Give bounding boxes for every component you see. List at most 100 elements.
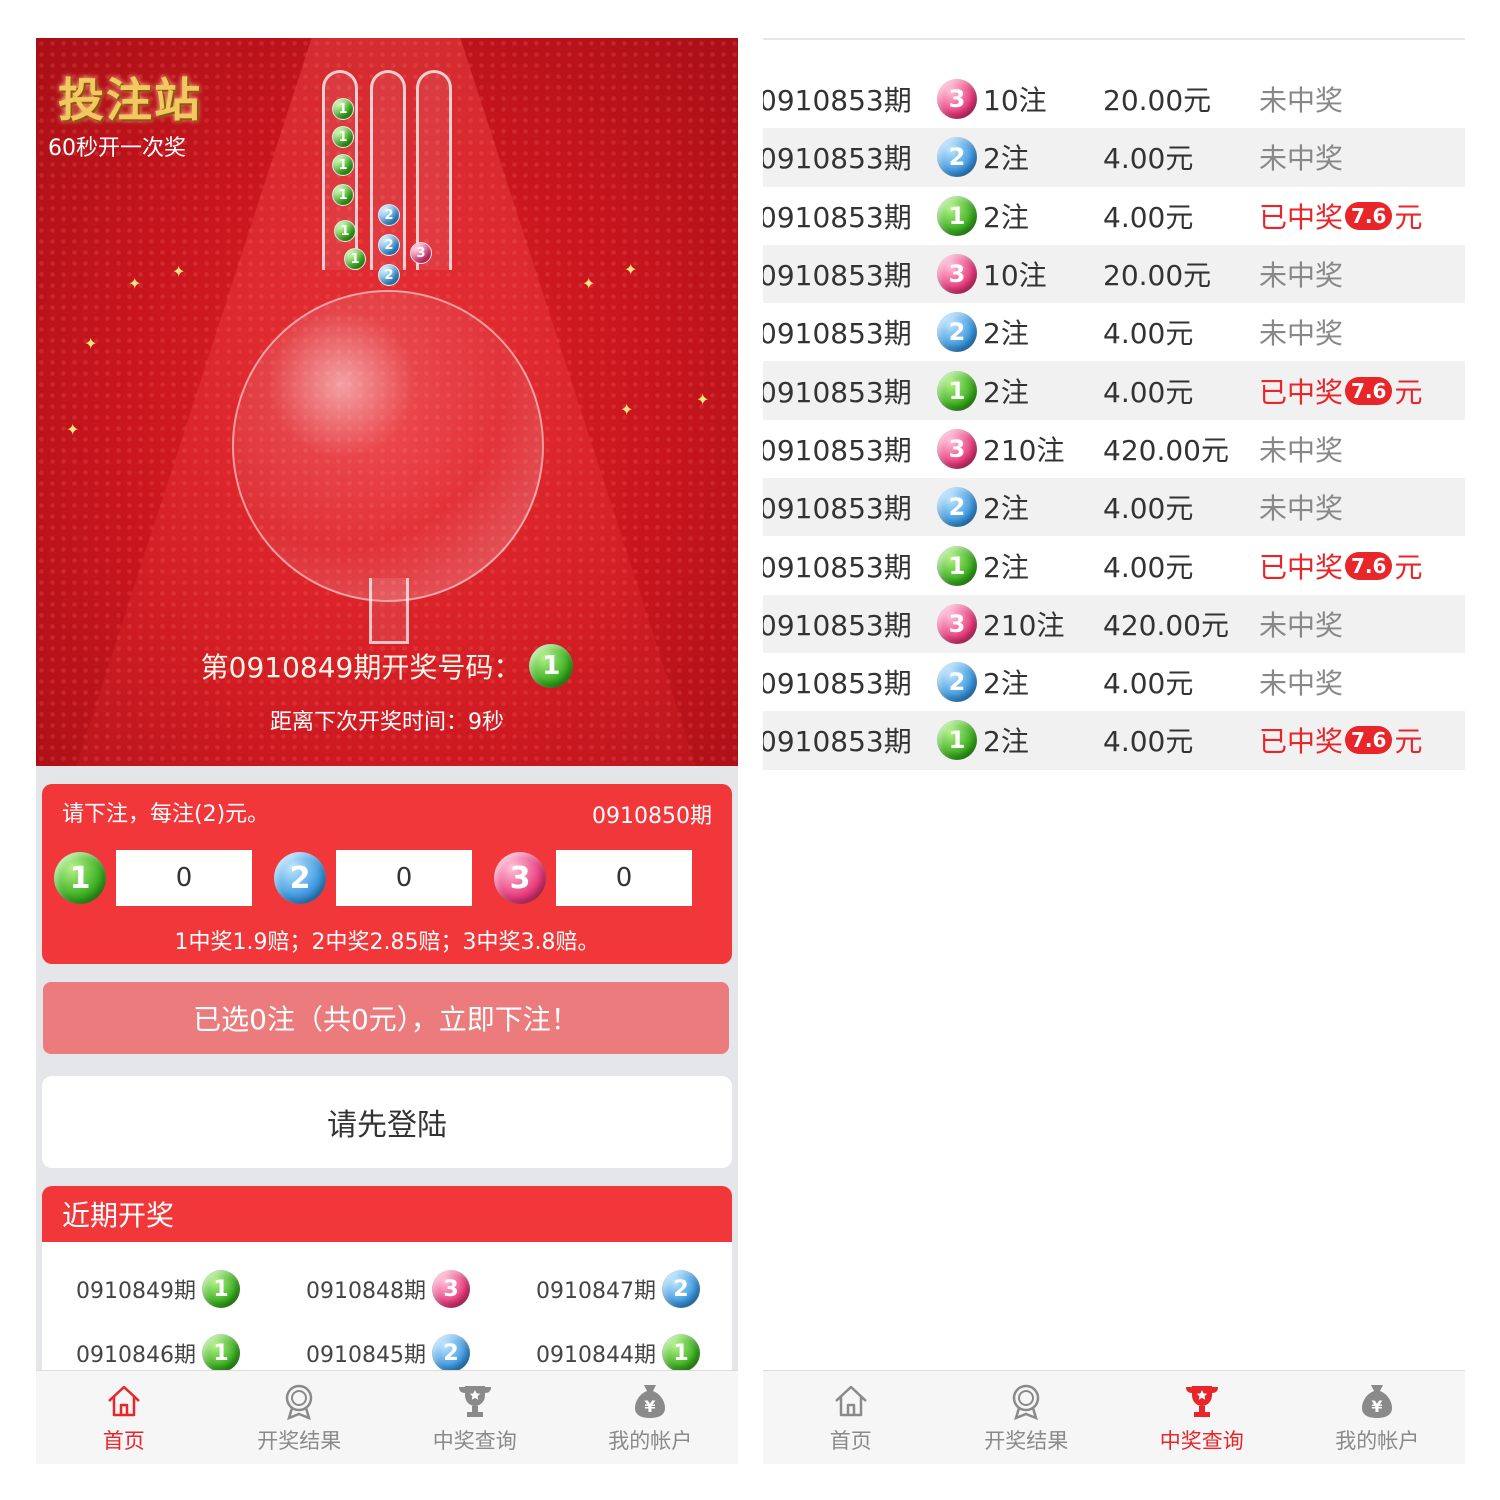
record-ball-icon: 1 — [937, 545, 977, 586]
tab-results[interactable]: 开奖结果 — [939, 1371, 1115, 1464]
record-period: 0910853期 — [763, 84, 912, 118]
bet-record-row[interactable]: 0910853期 3 10注 20.00元 未中奖 — [763, 244, 1465, 304]
record-bet: 2 2注 — [937, 662, 1029, 703]
record-period: 0910853期 — [763, 200, 912, 234]
record-status-lost: 未中奖 — [1259, 317, 1344, 351]
bottom-tab-bar: 首页 开奖结果 中奖查询 ¥ 我的帐户 — [763, 1370, 1465, 1464]
bet-input-2[interactable] — [336, 850, 472, 906]
latest-draw-result: 第0910849期开奖号码： 1 — [36, 644, 738, 688]
bet-option-2: 2 — [274, 850, 472, 906]
record-amount: 4.00元 — [1103, 550, 1194, 584]
bet-record-row[interactable]: 0910853期 1 2注 4.00元 已中奖 7.6 元 — [763, 711, 1465, 770]
place-bet-button[interactable]: 已选0注（共0元），立即下注！ — [43, 982, 729, 1054]
bet-record-row[interactable]: 0910853期 1 2注 4.00元 已中奖 7.6 元 — [763, 536, 1465, 594]
recent-draw-item[interactable]: 0910849期 1 — [76, 1270, 240, 1308]
record-ball-icon: 3 — [937, 428, 977, 469]
prize-amount-badge: 7.6 — [1345, 726, 1393, 755]
tab-account[interactable]: ¥ 我的帐户 — [1290, 1371, 1466, 1464]
record-status-lost: 未中奖 — [1259, 608, 1344, 642]
record-bet-count: 2注 — [983, 200, 1029, 234]
prize-amount-badge: 7.6 — [1345, 201, 1393, 230]
record-period: 0910853期 — [763, 550, 912, 584]
record-ball-icon: 3 — [937, 79, 977, 120]
record-ball-icon: 1 — [937, 720, 977, 761]
ball-3-icon[interactable]: 3 — [494, 852, 546, 904]
record-bet: 1 2注 — [937, 545, 1029, 586]
bet-record-row[interactable]: 0910853期 3 10注 20.00元 未中奖 — [763, 70, 1465, 128]
record-bet: 3 10注 — [937, 79, 1047, 120]
record-period: 0910853期 — [763, 725, 912, 759]
record-bet: 2 2注 — [937, 137, 1029, 178]
record-status-label: 已中奖 — [1259, 200, 1344, 234]
recent-draw-ball-icon: 2 — [661, 1270, 700, 1308]
tube-ball-icon: 1 — [332, 184, 354, 206]
ball-1-icon[interactable]: 1 — [54, 852, 106, 904]
bet-input-1[interactable] — [116, 850, 252, 906]
tube-ball-icon: 1 — [332, 126, 354, 148]
recent-draw-item[interactable]: 0910848期 3 — [306, 1270, 470, 1308]
bet-input-3[interactable] — [556, 850, 692, 906]
record-bet: 2 2注 — [937, 487, 1029, 528]
draw-result-label: 第0910849期开奖号码： — [200, 651, 522, 684]
tab-query[interactable]: 中奖查询 — [1114, 1371, 1290, 1464]
login-button[interactable]: 请先登陆 — [42, 1076, 732, 1168]
bet-record-row[interactable]: 0910853期 1 2注 4.00元 已中奖 7.6 元 — [763, 187, 1465, 245]
tab-home[interactable]: 首页 — [763, 1371, 939, 1464]
record-status-label: 已中奖 — [1259, 725, 1344, 759]
sparkle-icon: ✦ — [624, 260, 638, 279]
record-bet-count: 2注 — [983, 375, 1029, 409]
medal-icon — [1013, 1384, 1040, 1420]
recent-draw-item[interactable]: 0910845期 2 — [306, 1334, 470, 1372]
tube-ball-icon: 3 — [410, 242, 432, 264]
tab-home[interactable]: 首页 — [36, 1371, 212, 1464]
record-status-lost: 未中奖 — [1259, 667, 1344, 701]
record-status-lost: 未中奖 — [1259, 142, 1344, 176]
record-bet: 1 2注 — [937, 195, 1029, 236]
record-bet-count: 2注 — [983, 725, 1029, 759]
record-period: 0910853期 — [763, 375, 912, 409]
tube-ball-icon: 1 — [334, 220, 356, 242]
record-status-won: 已中奖 7.6 元 — [1259, 196, 1422, 236]
record-status-unit: 元 — [1394, 200, 1423, 234]
sparkle-icon: ✦ — [620, 400, 634, 419]
bet-record-row[interactable]: 0910853期 2 2注 4.00元 未中奖 — [763, 303, 1465, 361]
record-status-won: 已中奖 7.6 元 — [1259, 720, 1422, 760]
record-period: 0910853期 — [763, 259, 912, 293]
record-amount: 4.00元 — [1103, 142, 1194, 176]
bet-prompt: 请下注，每注(2)元。 — [62, 802, 270, 827]
bet-option-1: 1 — [54, 850, 252, 906]
prize-amount-badge: 7.6 — [1345, 376, 1393, 405]
svg-text:¥: ¥ — [1372, 1397, 1383, 1416]
record-bet: 3 210注 — [937, 428, 1064, 469]
bet-record-row[interactable]: 0910853期 2 2注 4.00元 未中奖 — [763, 478, 1465, 537]
bet-record-row[interactable]: 0910853期 3 210注 420.00元 未中奖 — [763, 420, 1465, 478]
bet-record-row[interactable]: 0910853期 2 2注 4.00元 未中奖 — [763, 653, 1465, 711]
recent-draw-item[interactable]: 0910846期 1 — [76, 1334, 240, 1372]
tab-query[interactable]: 中奖查询 — [387, 1371, 563, 1464]
sparkle-icon: ✦ — [172, 262, 186, 281]
record-ball-icon: 2 — [937, 487, 977, 528]
recent-draw-item[interactable]: 0910847期 2 — [536, 1270, 700, 1308]
money-bag-icon: ¥ — [635, 1384, 666, 1418]
record-ball-icon: 3 — [937, 254, 977, 295]
record-bet: 1 2注 — [937, 370, 1029, 411]
home-icon — [834, 1385, 867, 1416]
bet-record-row[interactable]: 0910853期 1 2注 4.00元 已中奖 7.6 元 — [763, 361, 1465, 420]
tab-results[interactable]: 开奖结果 — [212, 1371, 388, 1464]
medal-icon — [286, 1384, 313, 1420]
tab-account[interactable]: ¥ 我的帐户 — [563, 1371, 739, 1464]
record-bet-count: 210注 — [983, 608, 1065, 642]
bet-panel: 请下注，每注(2)元。 0910850期 1 2 3 1中奖1.9赔；2中奖2.… — [42, 784, 732, 964]
trophy-icon — [458, 1385, 491, 1417]
tab-query-label: 中奖查询 — [432, 1428, 517, 1453]
bet-record-list: 0910853期 3 10注 20.00元 未中奖 0910853期 2 2注 4.00元 未中奖… — [763, 70, 1465, 770]
bet-record-row[interactable]: 0910853期 2 2注 4.00元 未中奖 — [763, 128, 1465, 187]
record-ball-icon: 2 — [937, 312, 977, 353]
record-period: 0910853期 — [763, 317, 912, 351]
record-ball-icon: 1 — [937, 195, 977, 236]
tube-ball-icon: 2 — [378, 234, 400, 256]
ball-2-icon[interactable]: 2 — [274, 852, 326, 904]
recent-draw-item[interactable]: 0910844期 1 — [536, 1334, 700, 1372]
sparkle-icon: ✦ — [84, 334, 98, 353]
bet-record-row[interactable]: 0910853期 3 210注 420.00元 未中奖 — [763, 594, 1465, 653]
